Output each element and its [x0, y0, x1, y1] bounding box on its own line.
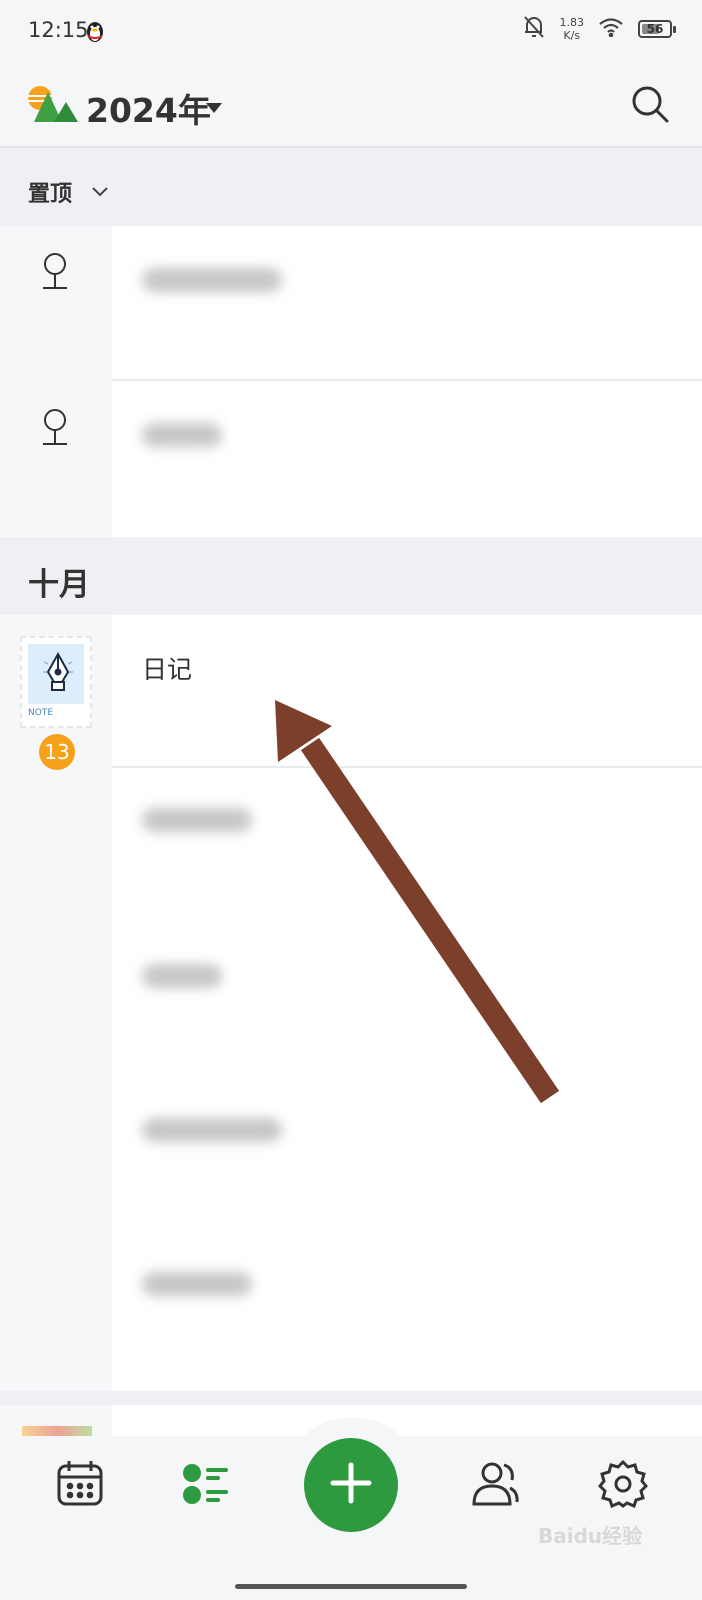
- settings-icon[interactable]: [597, 1458, 649, 1512]
- home-indicator[interactable]: [235, 1584, 467, 1589]
- calendar-icon[interactable]: [55, 1458, 105, 1512]
- add-icon: [329, 1461, 373, 1509]
- annotation-arrow: [275, 700, 560, 1104]
- watermark: Baidu经验: [538, 1524, 643, 1548]
- add-button[interactable]: [304, 1438, 398, 1532]
- contacts-icon[interactable]: [470, 1458, 520, 1512]
- list-icon[interactable]: [182, 1462, 232, 1510]
